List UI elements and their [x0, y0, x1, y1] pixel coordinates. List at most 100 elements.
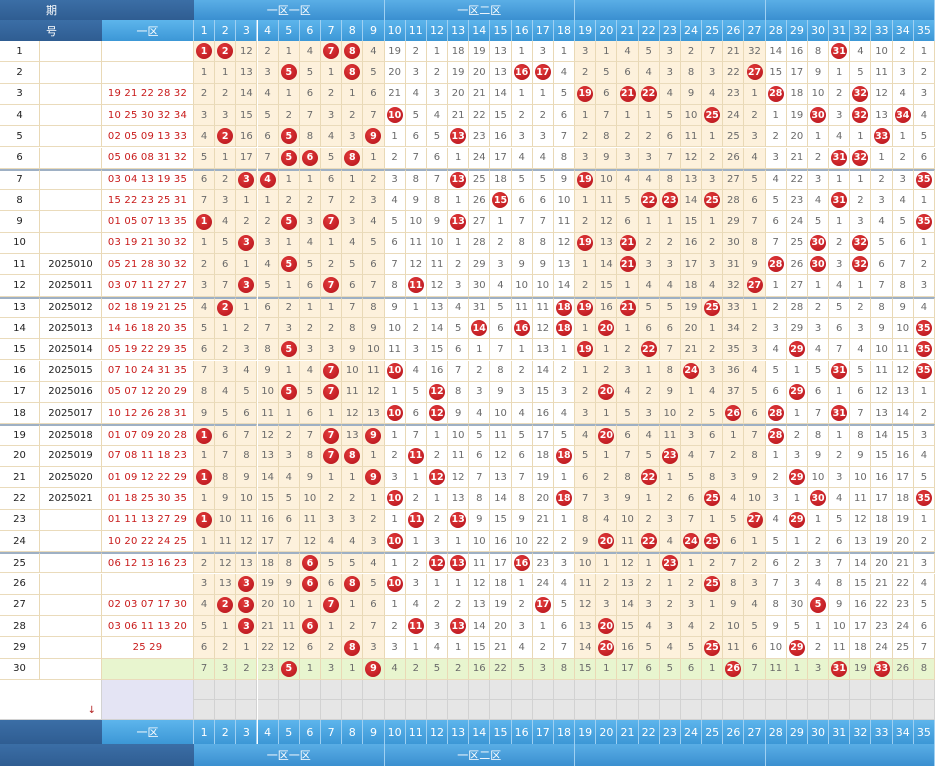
- number-cell[interactable]: 12: [871, 83, 893, 105]
- number-cell[interactable]: 30: [723, 232, 745, 254]
- number-cell[interactable]: 10: [215, 509, 237, 531]
- number-cell[interactable]: 1: [829, 424, 851, 446]
- number-cell[interactable]: 10: [723, 616, 745, 638]
- number-cell[interactable]: 1: [786, 360, 808, 382]
- number-cell[interactable]: 3: [617, 360, 639, 382]
- footer-number-header[interactable]: 8: [342, 720, 364, 744]
- number-cell[interactable]: 7: [659, 339, 681, 361]
- footer-number-header[interactable]: 11: [405, 720, 427, 744]
- number-cell[interactable]: 2: [575, 275, 597, 297]
- number-header[interactable]: 16: [511, 20, 533, 41]
- number-cell[interactable]: 10: [850, 467, 872, 489]
- number-cell[interactable]: 3: [638, 147, 660, 169]
- number-cell[interactable]: 14: [236, 83, 258, 105]
- number-cell[interactable]: 5: [829, 509, 851, 531]
- number-cell[interactable]: 16: [532, 403, 554, 425]
- number-cell[interactable]: 6: [913, 147, 935, 169]
- number-cell[interactable]: 3: [575, 147, 597, 169]
- number-cell[interactable]: 1: [617, 104, 639, 127]
- number-cell[interactable]: 10: [384, 403, 406, 425]
- number-cell[interactable]: 4: [892, 190, 914, 212]
- number-cell[interactable]: 5: [448, 317, 470, 340]
- number-cell[interactable]: 27: [744, 509, 766, 531]
- number-cell[interactable]: 1: [659, 467, 681, 489]
- number-cell[interactable]: 1: [215, 317, 237, 340]
- number-cell[interactable]: 26: [723, 658, 745, 680]
- number-cell[interactable]: 13: [575, 616, 597, 638]
- number-cell[interactable]: 1: [299, 168, 321, 191]
- number-cell[interactable]: 17: [850, 616, 872, 638]
- number-cell[interactable]: 6: [744, 637, 766, 659]
- number-cell[interactable]: 5: [638, 296, 660, 318]
- number-cell[interactable]: 22: [638, 530, 660, 553]
- number-cell[interactable]: 7: [215, 445, 237, 467]
- number-cell[interactable]: 2: [511, 594, 533, 617]
- number-cell[interactable]: 3: [278, 445, 300, 467]
- number-cell[interactable]: 1: [702, 211, 724, 233]
- number-cell[interactable]: 7: [744, 211, 766, 233]
- number-cell[interactable]: 13: [892, 381, 914, 404]
- number-cell[interactable]: 25: [702, 104, 724, 127]
- number-cell[interactable]: 3: [384, 467, 406, 489]
- number-cell[interactable]: 1: [278, 360, 300, 382]
- number-cell[interactable]: 5: [786, 616, 808, 638]
- footer-number-header[interactable]: 2: [215, 720, 237, 744]
- number-cell[interactable]: 1: [765, 275, 787, 297]
- number-cell[interactable]: 8: [426, 190, 449, 212]
- number-cell[interactable]: 2: [913, 403, 935, 425]
- number-cell[interactable]: 2: [638, 573, 660, 595]
- number-cell[interactable]: 7: [363, 104, 385, 127]
- number-cell[interactable]: 7: [617, 445, 639, 467]
- number-cell[interactable]: 7: [384, 254, 406, 276]
- number-cell[interactable]: 17: [680, 254, 703, 276]
- number-cell[interactable]: 25: [723, 126, 745, 148]
- number-cell[interactable]: 3: [638, 403, 660, 425]
- number-cell[interactable]: 1: [215, 147, 237, 169]
- number-cell[interactable]: 5: [342, 552, 364, 574]
- number-cell[interactable]: 14: [617, 594, 639, 617]
- number-cell[interactable]: 12: [892, 360, 914, 382]
- number-cell[interactable]: 9: [532, 254, 554, 276]
- number-cell[interactable]: 13: [448, 211, 470, 233]
- number-cell[interactable]: 5: [490, 296, 512, 318]
- number-cell[interactable]: 15: [575, 658, 597, 680]
- number-cell[interactable]: 11: [236, 509, 258, 531]
- number-cell[interactable]: 30: [807, 254, 830, 276]
- number-cell[interactable]: 5: [278, 658, 300, 680]
- number-cell[interactable]: 2: [702, 552, 724, 574]
- number-cell[interactable]: 1: [807, 126, 830, 148]
- number-cell[interactable]: 7: [236, 424, 258, 446]
- number-cell[interactable]: 2: [384, 147, 406, 169]
- number-cell[interactable]: 7: [723, 552, 745, 574]
- number-cell[interactable]: 6: [426, 147, 449, 169]
- number-cell[interactable]: 13: [490, 467, 512, 489]
- number-cell[interactable]: 12: [871, 381, 893, 404]
- number-cell[interactable]: 4: [511, 147, 533, 169]
- number-cell[interactable]: 13: [448, 552, 470, 574]
- number-cell[interactable]: 7: [553, 126, 576, 148]
- number-cell[interactable]: 1: [257, 190, 279, 212]
- number-cell[interactable]: 10: [807, 467, 830, 489]
- number-cell[interactable]: 3: [194, 573, 216, 595]
- number-cell[interactable]: 15: [257, 488, 279, 510]
- number-cell[interactable]: 2: [638, 509, 660, 531]
- number-cell[interactable]: 6: [299, 83, 321, 105]
- number-cell[interactable]: 2: [807, 296, 830, 318]
- number-cell[interactable]: 12: [278, 637, 300, 659]
- number-cell[interactable]: 1: [617, 317, 639, 340]
- number-cell[interactable]: 4: [405, 83, 427, 105]
- number-cell[interactable]: 14: [575, 637, 597, 659]
- footer-number-header[interactable]: 23: [659, 720, 681, 744]
- number-cell[interactable]: 10: [511, 530, 533, 553]
- number-cell[interactable]: 7: [469, 467, 491, 489]
- number-cell[interactable]: 2: [278, 424, 300, 446]
- number-cell[interactable]: 7: [363, 275, 385, 297]
- number-cell[interactable]: 14: [680, 190, 703, 212]
- footer-number-header[interactable]: 18: [553, 720, 576, 744]
- number-cell[interactable]: 1: [236, 190, 258, 212]
- number-cell[interactable]: 12: [575, 594, 597, 617]
- number-cell[interactable]: 22: [257, 637, 279, 659]
- number-cell[interactable]: 19: [448, 62, 470, 84]
- number-cell[interactable]: 19: [469, 41, 491, 63]
- number-cell[interactable]: 8: [194, 381, 216, 404]
